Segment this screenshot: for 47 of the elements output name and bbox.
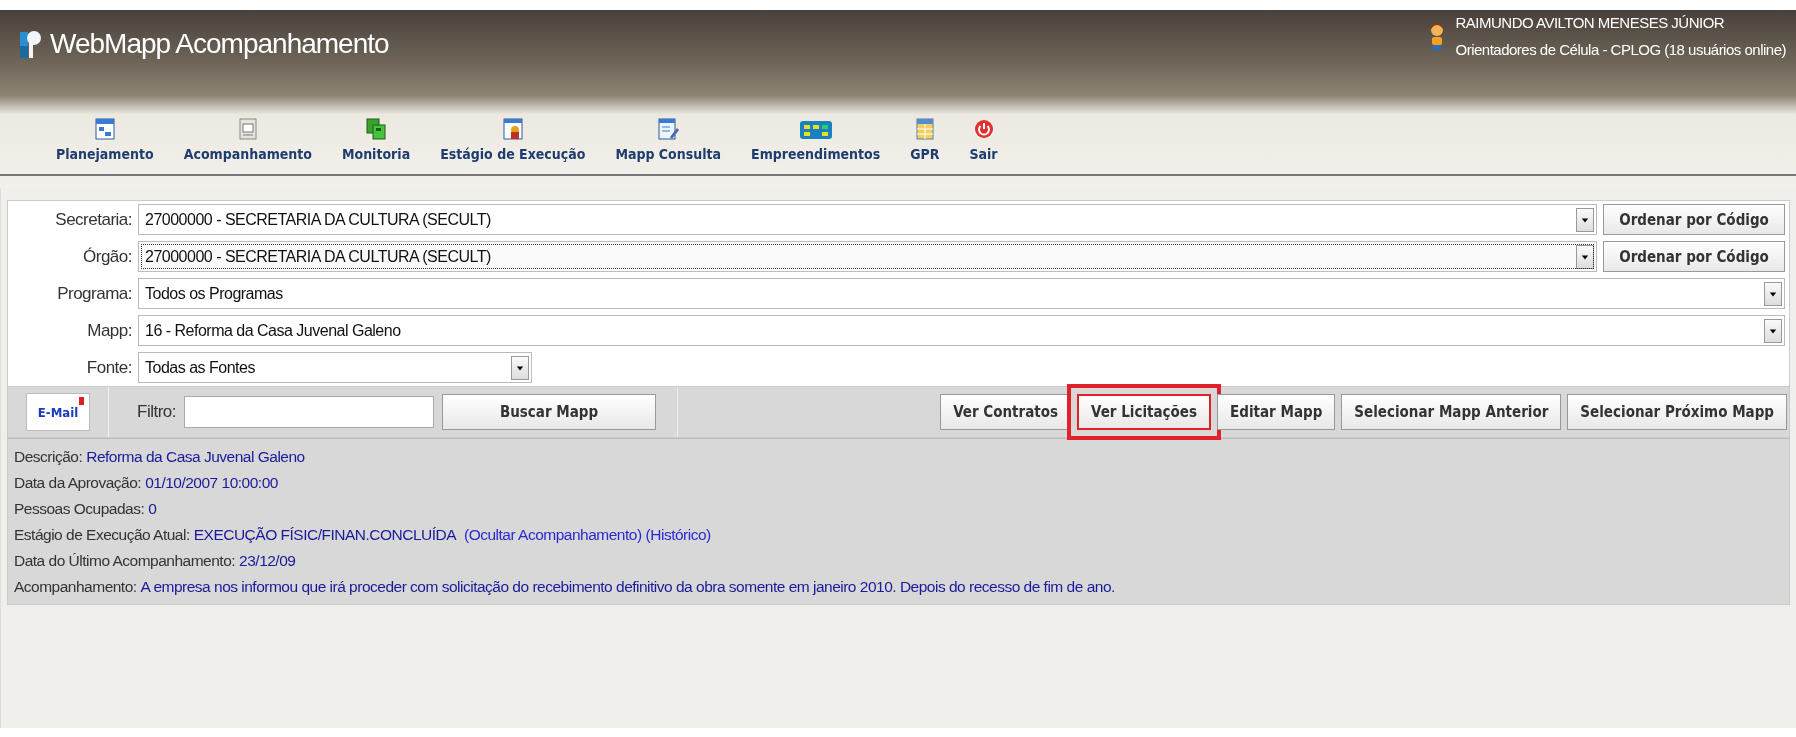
detail-label: Descrição:	[14, 448, 83, 465]
detail-value: 01/10/2007 10:00:00	[145, 474, 278, 491]
toolbar-button[interactable]: Planejamento	[56, 116, 154, 174]
search-button[interactable]: Buscar Mapp	[442, 394, 656, 430]
field-label: Fonte:	[85, 357, 132, 378]
detail-value: 0	[148, 500, 157, 517]
detail-label: Estágio de Execução Atual:	[14, 526, 190, 543]
field-label: Secretaria:	[54, 209, 132, 230]
detail-value: A empresa nos informou que irá proceder com solicitação do recebimento definitivo da obra somente em janeiro 2010. Depois do recesso de fim de ano.	[140, 578, 1115, 595]
detail-value: Reforma da Casa Juvenal Galeno	[86, 448, 305, 465]
user-group: Orientadores de Célula - CPLOG (18 usuários online)	[1455, 41, 1786, 58]
action-button[interactable]: Selecionar Mapp Anterior	[1341, 394, 1562, 430]
link[interactable]: (Ocultar Acompanhamento)	[464, 526, 642, 543]
field-label: Órgão:	[82, 246, 132, 267]
detail-label: Acompanhamento:	[14, 578, 137, 595]
toolbar-button[interactable]: Sair	[969, 116, 998, 174]
dropdown-field[interactable]: 16 - Reforma da Casa Juvenal Galeno	[138, 315, 1785, 346]
field-label: Mapp:	[86, 320, 132, 341]
email-button[interactable]: E-Mail	[26, 393, 90, 431]
toolbar-button[interactable]: Mapp Consulta	[615, 116, 722, 174]
toolbar-button[interactable]: Acompanhamento	[183, 116, 312, 174]
toolbar-button[interactable]: Empreendimentos	[751, 116, 881, 174]
filter-input[interactable]	[184, 396, 434, 428]
detail-value: 23/12/09	[239, 552, 296, 569]
calendar-edit-icon	[656, 116, 681, 142]
detail-value: EXECUÇÃO FÍSIC/FINAN.CONCLUÍDA	[193, 526, 457, 543]
link[interactable]: (Histórico)	[645, 526, 711, 543]
detail-label: Pessoas Ocupadas:	[14, 500, 145, 517]
toolbar-button[interactable]: GPR	[910, 116, 940, 174]
logo-icon	[18, 28, 42, 60]
sort-button[interactable]: Ordenar por Código	[1603, 204, 1785, 235]
action-button[interactable]: Editar Mapp	[1217, 394, 1336, 430]
app-title: WebMapp Acompanhamento	[50, 28, 389, 60]
dropdown-field[interactable]: 27000000 - SECRETARIA DA CULTURA (SECULT)	[138, 241, 1597, 272]
filter-label: Filtro:	[137, 402, 176, 422]
dropdown-field[interactable]: Todos os Programas	[138, 278, 1785, 309]
user-name: RAIMUNDO AVILTON MENESES JÚNIOR	[1455, 14, 1726, 31]
sort-button[interactable]: Ordenar por Código	[1603, 241, 1785, 272]
toolbar-button[interactable]: Estágio de Execução	[440, 116, 586, 174]
detail-label: Data da Aprovação:	[14, 474, 142, 491]
dropdown-field[interactable]: 27000000 - SECRETARIA DA CULTURA (SECULT)	[138, 204, 1597, 235]
dropdown-field[interactable]: Todas as Fontes	[138, 352, 532, 383]
detail-label: Data do Último Acompanhamento:	[14, 552, 236, 569]
calendar-icon	[92, 116, 117, 142]
field-label: Programa:	[56, 283, 132, 304]
action-button[interactable]: Selecionar Próximo Mapp	[1567, 394, 1787, 430]
toolbar-button[interactable]: Monitoria	[341, 116, 411, 174]
